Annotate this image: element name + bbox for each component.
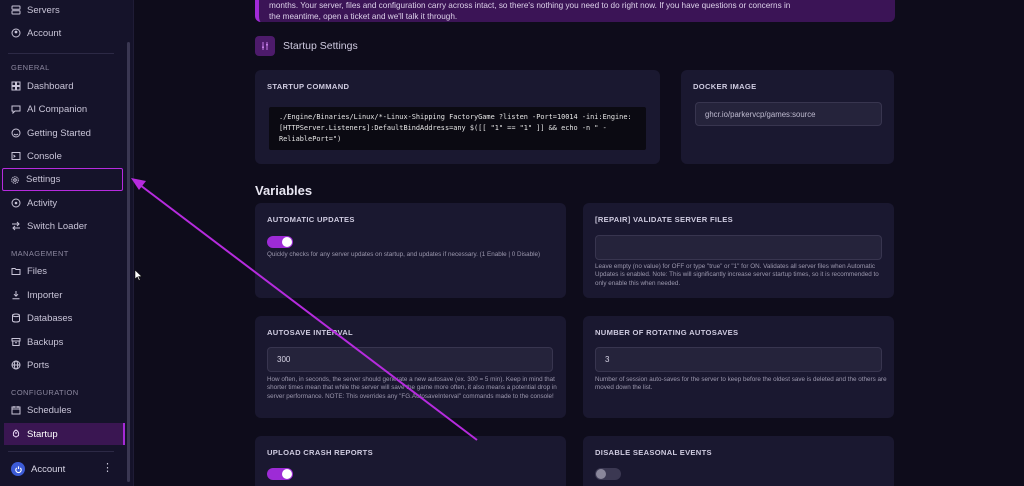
- variable-description: Number of session auto-saves for the ser…: [595, 376, 887, 392]
- autosave-interval-input[interactable]: 300: [267, 347, 553, 372]
- variable-title: [REPAIR] VALIDATE SERVER FILES: [595, 215, 733, 224]
- globe-icon: [11, 360, 21, 370]
- sidebar-divider: [8, 53, 114, 54]
- migration-notice: months. Your server, files and configura…: [255, 0, 895, 22]
- validate-files-input[interactable]: [595, 235, 882, 260]
- disable-seasonal-events-toggle[interactable]: [595, 468, 621, 480]
- smile-icon: [11, 128, 21, 138]
- sidebar-item-activity[interactable]: Activity: [4, 192, 124, 214]
- section-configuration: CONFIGURATION: [11, 388, 79, 397]
- sidebar-item-ports[interactable]: Ports: [4, 354, 124, 376]
- section-general: GENERAL: [11, 63, 50, 72]
- sidebar-item-label: Backups: [27, 336, 64, 348]
- avatar: [11, 462, 25, 476]
- folder-icon: [11, 266, 21, 276]
- variable-description: How often, in seconds, the server should…: [267, 376, 557, 400]
- startup-command-title: STARTUP COMMAND: [267, 82, 350, 91]
- dashboard-icon: [11, 81, 21, 91]
- sidebar-item-label: Account: [27, 27, 62, 39]
- account-label: Account: [31, 463, 66, 475]
- sidebar-item-label: Ports: [27, 359, 50, 371]
- sidebar-item-schedules[interactable]: Schedules: [4, 399, 124, 421]
- sidebar-item-getting-started[interactable]: Getting Started: [4, 122, 124, 144]
- server-icon: [11, 5, 21, 15]
- sidebar-item-files[interactable]: Files: [4, 260, 124, 282]
- sidebar-item-label: Schedules: [27, 404, 72, 416]
- variable-title: UPLOAD CRASH REPORTS: [267, 448, 373, 457]
- sidebar-item-ai-companion[interactable]: AI Companion: [4, 98, 124, 120]
- rotating-autosaves-input[interactable]: 3: [595, 347, 882, 372]
- sidebar-item-label: Settings: [26, 174, 61, 185]
- startup-settings-title: Startup Settings: [283, 40, 358, 52]
- upload-crash-reports-toggle[interactable]: [267, 468, 293, 480]
- chat-icon: [11, 104, 21, 114]
- startup-settings-header: Startup Settings: [255, 36, 358, 56]
- variable-card-rotating-autosaves: NUMBER OF ROTATING AUTOSAVES 3 Number of…: [583, 316, 894, 418]
- sidebar-item-label: Databases: [27, 312, 73, 324]
- sliders-icon: [255, 36, 275, 56]
- sidebar-item-label: Getting Started: [27, 127, 91, 139]
- variable-card-autosave-interval: AUTOSAVE INTERVAL 300 How often, in seco…: [255, 316, 566, 418]
- automatic-updates-toggle[interactable]: [267, 236, 293, 248]
- calendar-icon: [11, 405, 21, 415]
- section-management: MANAGEMENT: [11, 249, 69, 258]
- variable-card-automatic-updates: AUTOMATIC UPDATES Quickly checks for any…: [255, 203, 566, 298]
- docker-image-title: DOCKER IMAGE: [693, 82, 757, 91]
- sidebar-item-startup[interactable]: Startup: [4, 423, 125, 445]
- notice-line-1: months. Your server, files and configura…: [269, 1, 791, 10]
- rocket-icon: [11, 429, 21, 439]
- notice-line-2: the meantime, open a ticket and we'll ta…: [269, 12, 458, 21]
- download-icon: [11, 290, 21, 300]
- account-circle-icon: [11, 28, 21, 38]
- sidebar-item-dashboard[interactable]: Dashboard: [4, 75, 124, 97]
- sidebar-item-console[interactable]: Console: [4, 145, 124, 167]
- database-icon: [11, 313, 21, 323]
- sidebar-item-importer[interactable]: Importer: [4, 284, 124, 306]
- sidebar-item-label: Startup: [27, 428, 58, 440]
- sidebar-item-label: Files: [27, 265, 48, 277]
- variables-title: Variables: [255, 183, 313, 198]
- sidebar-item-switch-loader[interactable]: Switch Loader: [4, 215, 124, 237]
- variable-title: DISABLE SEASONAL EVENTS: [595, 448, 712, 457]
- variable-title: AUTOMATIC UPDATES: [267, 215, 355, 224]
- sidebar-item-label: Dashboard: [27, 80, 74, 92]
- sidebar-item-label: Servers: [27, 4, 60, 16]
- variable-card-upload-crash-reports: UPLOAD CRASH REPORTS: [255, 436, 566, 486]
- sidebar-item-label: Switch Loader: [27, 220, 88, 232]
- sidebar: Servers Account GENERAL Dashboard AI Com…: [0, 0, 134, 486]
- sidebar-item-label: AI Companion: [27, 103, 88, 115]
- docker-image-select[interactable]: ghcr.io/parkervcp/games:source: [695, 102, 882, 126]
- variable-description: Quickly checks for any server updates on…: [267, 251, 541, 258]
- docker-image-card: DOCKER IMAGE ghcr.io/parkervcp/games:sou…: [681, 70, 894, 164]
- sidebar-item-settings[interactable]: Settings: [2, 168, 123, 191]
- sidebar-item-servers[interactable]: Servers: [4, 0, 124, 21]
- sidebar-item-label: Console: [27, 150, 62, 162]
- variable-card-disable-seasonal-events: DISABLE SEASONAL EVENTS: [583, 436, 894, 486]
- sidebar-divider: [8, 451, 114, 452]
- variable-card-validate-files: [REPAIR] VALIDATE SERVER FILES Leave emp…: [583, 203, 894, 298]
- more-options-icon[interactable]: ⋮: [102, 461, 113, 474]
- sidebar-item-label: Importer: [27, 289, 63, 301]
- startup-command-card: STARTUP COMMAND ./Engine/Binaries/Linux/…: [255, 70, 660, 164]
- sidebar-item-label: Activity: [27, 197, 58, 209]
- sidebar-scrollbar[interactable]: [127, 42, 130, 482]
- variable-description: Leave empty (no value) for OFF or type "…: [595, 263, 879, 287]
- archive-icon: [11, 337, 21, 347]
- activity-icon: [11, 198, 21, 208]
- switch-icon: [11, 221, 21, 231]
- gear-icon: [10, 175, 20, 185]
- sidebar-item-databases[interactable]: Databases: [4, 307, 124, 329]
- sidebar-item-backups[interactable]: Backups: [4, 331, 124, 353]
- variable-title: NUMBER OF ROTATING AUTOSAVES: [595, 328, 739, 337]
- mouse-cursor-icon: [135, 270, 143, 281]
- variable-title: AUTOSAVE INTERVAL: [267, 328, 353, 337]
- terminal-icon: [11, 151, 21, 161]
- sidebar-item-account[interactable]: Account: [4, 22, 124, 44]
- startup-command-code[interactable]: ./Engine/Binaries/Linux/*-Linux-Shipping…: [269, 107, 646, 150]
